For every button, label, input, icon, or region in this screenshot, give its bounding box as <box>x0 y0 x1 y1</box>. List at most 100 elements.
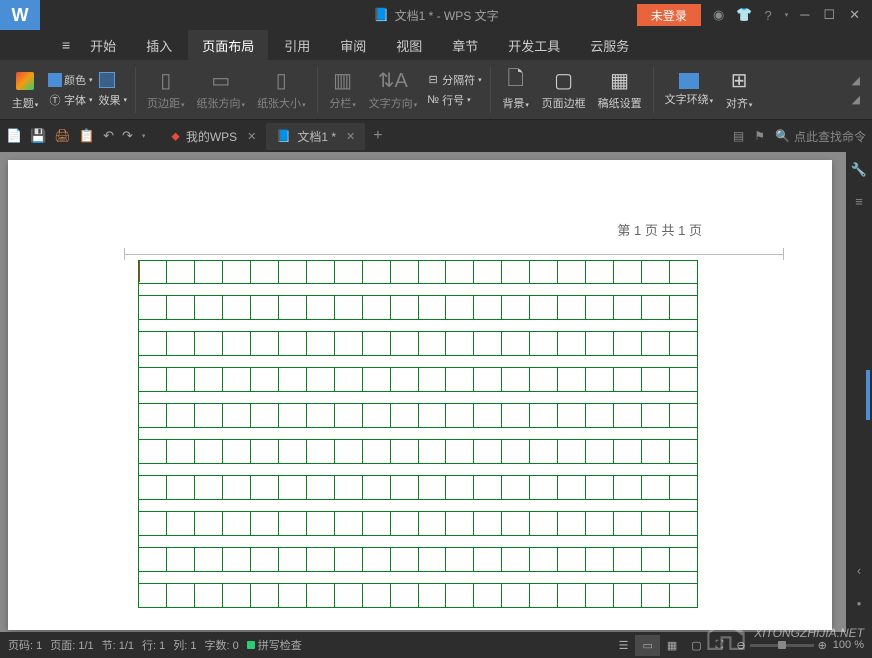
menu-start[interactable]: 开始 <box>76 30 130 61</box>
menu-chapter[interactable]: 章节 <box>438 30 492 61</box>
font-button[interactable]: Ⓣ字体▾ <box>48 92 93 108</box>
sb-section[interactable]: 节: 1/1 <box>102 637 134 653</box>
grid-cell <box>614 476 642 499</box>
pageborder-button[interactable]: ▢ 页面边框 <box>539 69 589 111</box>
qat-more[interactable]: ▾ <box>142 132 146 140</box>
tab-close-doc1[interactable]: ✕ <box>346 130 355 143</box>
sb-col[interactable]: 列: 1 <box>173 637 196 653</box>
grid-cell <box>363 404 391 427</box>
grid-cell <box>251 440 279 463</box>
grid-cell <box>223 440 251 463</box>
skin-icon[interactable]: 👕 <box>732 5 756 25</box>
ruler-line <box>124 254 784 255</box>
hamburger-menu[interactable]: ≡ <box>58 33 74 57</box>
menu-page-layout[interactable]: 页面布局 <box>188 30 268 61</box>
sb-spell[interactable]: 拼写检查 <box>247 637 302 653</box>
separator-button[interactable]: ⊟分隔符▾ <box>426 72 482 88</box>
qat-paste[interactable]: 📋 <box>79 128 95 144</box>
menu-review[interactable]: 审阅 <box>326 30 380 61</box>
manuscript-button[interactable]: ▦ 稿纸设置 <box>595 69 645 111</box>
columns-button[interactable]: ▥ 分栏▾ <box>326 69 360 111</box>
qat-new[interactable]: 📄 <box>6 128 22 144</box>
grid-cell <box>363 368 391 391</box>
tab-my-wps[interactable]: ⬥ 我的WPS ✕ <box>161 123 266 150</box>
help-icon[interactable]: ? <box>760 6 775 25</box>
login-button[interactable]: 未登录 <box>637 4 701 26</box>
grid-cell <box>642 476 670 499</box>
grid-row <box>138 584 698 608</box>
grid-cell <box>642 512 670 535</box>
grid-cell <box>279 512 307 535</box>
grid-cell <box>642 261 670 283</box>
qat-undo[interactable]: ↶ <box>103 128 114 144</box>
page-number-header: 第 1 页 共 1 页 <box>617 220 702 239</box>
help-dropdown[interactable]: ▾ <box>781 9 793 21</box>
grid-cell <box>558 476 586 499</box>
sp-up-icon[interactable]: ‹ <box>853 559 865 582</box>
menu-reference[interactable]: 引用 <box>270 30 324 61</box>
menu-cloud[interactable]: 云服务 <box>576 30 643 61</box>
menu-view[interactable]: 视图 <box>382 30 436 61</box>
close-button[interactable]: ✕ <box>849 7 860 23</box>
papersize-icon: ▯ <box>267 69 295 93</box>
document-viewport[interactable]: 第 1 页 共 1 页 <box>0 152 846 632</box>
effect-button[interactable]: 效果▾ <box>99 92 128 108</box>
tab-doc1[interactable]: 📘 文档1 * ✕ <box>266 123 365 150</box>
papersize-button[interactable]: ▯ 纸张大小▾ <box>254 69 309 111</box>
align-button[interactable]: ⊞ 对齐▾ <box>722 69 756 111</box>
sp-wrench-icon[interactable]: 🔧 <box>847 158 871 182</box>
grid-cell <box>279 332 307 355</box>
sb-page-count[interactable]: 页面: 1/1 <box>50 637 93 653</box>
background-button[interactable]: 🗋 背景▾ <box>499 69 533 111</box>
grid-cell <box>419 368 447 391</box>
grid-cell <box>446 332 474 355</box>
qat-redo[interactable]: ↷ <box>122 128 133 144</box>
textdir-button[interactable]: ⇅A 文字方向▾ <box>366 69 421 111</box>
content-area: 第 1 页 共 1 页 🔧 ≡ ‹ • › <box>0 152 872 632</box>
orientation-button[interactable]: ▭ 纸张方向▾ <box>194 69 249 111</box>
sb-row[interactable]: 行: 1 <box>142 637 165 653</box>
maximize-button[interactable]: ☐ <box>823 7 835 23</box>
lineno-button[interactable]: №行号▾ <box>426 92 482 108</box>
tab-flag-icon[interactable]: ⚑ <box>754 129 765 143</box>
grid-cell <box>195 584 223 607</box>
view-page[interactable]: ▭ <box>635 635 659 656</box>
theme-group[interactable]: 主题▾ <box>8 69 42 111</box>
ribbon-more-2[interactable]: ◢ <box>852 93 860 106</box>
grid-cell <box>642 332 670 355</box>
grid-spacer <box>138 500 698 512</box>
effect-sq[interactable] <box>99 72 128 88</box>
minimize-button[interactable]: ─ <box>800 7 809 23</box>
tab-list-icon[interactable]: ▤ <box>733 129 744 143</box>
view-web[interactable]: ▦ <box>660 635 684 656</box>
margin-button[interactable]: ▯ 页边距▾ <box>144 69 188 111</box>
wps-icon: ⬥ <box>171 129 179 144</box>
color-button[interactable]: 颜色▾ <box>48 72 93 88</box>
grid-cell <box>530 584 558 607</box>
textdir-icon: ⇅A <box>379 69 407 93</box>
qat-save[interactable]: 💾 <box>30 128 46 144</box>
menu-insert[interactable]: 插入 <box>132 30 186 61</box>
new-tab-button[interactable]: + <box>365 127 390 145</box>
sp-item-2[interactable]: ≡ <box>851 190 867 213</box>
textwrap-button[interactable]: 文字环绕▾ <box>662 73 717 107</box>
watermark-house-icon <box>704 614 748 652</box>
grid-cell <box>223 584 251 607</box>
grid-cell <box>335 512 363 535</box>
grid-cell <box>642 368 670 391</box>
search-command[interactable]: 🔍 点此查找命令 <box>775 128 866 145</box>
menu-devtools[interactable]: 开发工具 <box>494 30 574 61</box>
sb-chars[interactable]: 字数: 0 <box>205 637 239 653</box>
app-logo[interactable]: W <box>0 0 40 30</box>
grid-cell <box>642 404 670 427</box>
sb-page-code[interactable]: 页码: 1 <box>8 637 42 653</box>
grid-cell <box>502 296 530 319</box>
grid-cell <box>195 332 223 355</box>
view-outline[interactable]: ☰ <box>612 635 636 656</box>
sp-dot-icon[interactable]: • <box>853 592 866 615</box>
qat-print[interactable]: 🖨 <box>54 128 71 144</box>
sync-icon[interactable]: ◉ <box>709 5 728 25</box>
ribbon-more-1[interactable]: ◢ <box>852 74 860 87</box>
tab-close-wps[interactable]: ✕ <box>247 130 256 143</box>
grid-cell <box>642 548 670 571</box>
